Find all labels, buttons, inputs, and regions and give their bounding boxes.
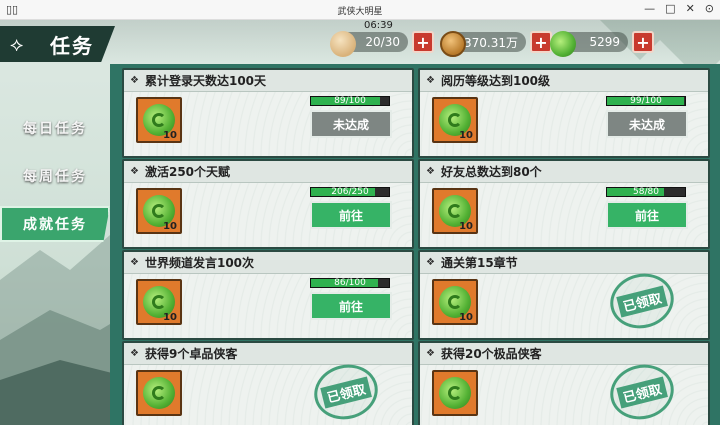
window-title: 武侠大明星	[337, 7, 383, 17]
goto-button[interactable]: 前往	[310, 201, 392, 229]
reward-item[interactable]: 10	[432, 279, 478, 325]
task-category-sidebar: 每日任务 每周任务 成就任务	[0, 64, 115, 425]
coin-resource: 370.31万 +	[440, 30, 552, 57]
crane-icon: ⟡	[10, 32, 24, 56]
claimed-stamp: 已领取	[604, 267, 680, 335]
progress-text: 206/250	[331, 187, 369, 197]
task-card: ❖ 通关第15章节 10 已领取	[418, 250, 710, 340]
stamina-resource: 20/30 +	[330, 30, 434, 57]
add-coin-button[interactable]: +	[530, 31, 552, 53]
reward-count: 10	[459, 130, 473, 141]
reward-count: 10	[459, 221, 473, 232]
task-card: ❖ 获得20个极品侠客 已领取	[418, 341, 710, 425]
diamond-icon: ❖	[130, 348, 139, 359]
tab-achievement-tasks[interactable]: 成就任务	[0, 206, 110, 242]
task-list[interactable]: ❖ 累计登录天数达100天 10 89/100 未达成 ❖ 阅历等级达到100级 1…	[110, 64, 720, 425]
goto-button[interactable]: 前往	[310, 292, 392, 320]
settings-button[interactable]: ⊙	[705, 2, 714, 15]
progress-text: 99/100	[630, 96, 662, 106]
claimed-stamp: 已领取	[604, 358, 680, 425]
maximize-button[interactable]: □	[665, 2, 675, 15]
reward-count: 10	[459, 312, 473, 323]
task-title: 获得20个极品侠客	[440, 347, 542, 361]
game-area: ⟡ 任务 06:39 20/30 + 370.31万 + 5299 + 每日任务…	[0, 20, 720, 425]
progress-text: 58/80	[633, 187, 659, 197]
task-card: ❖ 累计登录天数达100天 10 89/100 未达成	[122, 68, 414, 158]
reward-item[interactable]	[432, 370, 478, 416]
task-progress-bar: 86/100	[310, 278, 390, 288]
steamed-bun-icon	[330, 31, 356, 57]
reward-item[interactable]: 10	[432, 97, 478, 143]
task-card: ❖ 获得9个卓品侠客 已领取	[122, 341, 414, 425]
claimed-stamp: 已领取	[308, 358, 384, 425]
reward-item[interactable]: 10	[136, 97, 182, 143]
task-card: ❖ 世界频道发言100次 10 86/100 前往	[122, 250, 414, 340]
task-title: 获得9个卓品侠客	[144, 347, 238, 361]
tab-daily-tasks[interactable]: 每日任务	[0, 110, 110, 146]
task-title: 好友总数达到80个	[440, 165, 542, 179]
goto-button[interactable]: 前往	[606, 201, 688, 229]
reward-count: 10	[163, 312, 177, 323]
task-card: ❖ 好友总数达到80个 10 58/80 前往	[418, 159, 710, 249]
not-reached-button[interactable]: 未达成	[310, 110, 392, 138]
diamond-icon: ❖	[130, 257, 139, 268]
top-bar: ⟡ 任务 06:39 20/30 + 370.31万 + 5299 +	[0, 20, 720, 64]
minimize-button[interactable]: —	[644, 2, 655, 15]
task-title: 通关第15章节	[440, 256, 518, 270]
reward-item[interactable]: 10	[136, 279, 182, 325]
progress-text: 89/100	[334, 96, 366, 106]
task-title: 阅历等级达到100级	[440, 74, 551, 88]
task-title: 累计登录天数达100天	[144, 74, 267, 88]
window-titlebar: ▯▯ 武侠大明星 — □ ✕ ⊙	[0, 0, 720, 20]
diamond-icon: ❖	[130, 75, 139, 86]
task-progress-bar: 206/250	[310, 187, 390, 197]
diamond-icon: ❖	[426, 166, 435, 177]
task-progress-bar: 89/100	[310, 96, 390, 106]
reward-count: 10	[163, 130, 177, 141]
task-card: ❖ 激活250个天赋 10 206/250 前往	[122, 159, 414, 249]
jade-gem-icon	[550, 31, 576, 57]
reward-count: 10	[163, 221, 177, 232]
task-title: 世界频道发言100次	[144, 256, 255, 270]
close-button[interactable]: ✕	[686, 2, 695, 15]
tab-weekly-tasks[interactable]: 每周任务	[0, 158, 110, 194]
page-title: 任务	[50, 34, 94, 58]
reward-item[interactable]: 10	[432, 188, 478, 234]
progress-text: 86/100	[334, 278, 366, 288]
reward-item[interactable]	[136, 370, 182, 416]
reward-item[interactable]: 10	[136, 188, 182, 234]
diamond-icon: ❖	[426, 75, 435, 86]
diamond-icon: ❖	[426, 257, 435, 268]
task-progress-bar: 99/100	[606, 96, 686, 106]
diamond-icon: ❖	[426, 348, 435, 359]
add-gem-button[interactable]: +	[632, 31, 654, 53]
task-card: ❖ 阅历等级达到100级 10 99/100 未达成	[418, 68, 710, 158]
gem-resource: 5299 +	[550, 30, 654, 57]
copper-coin-icon	[440, 31, 466, 57]
add-stamina-button[interactable]: +	[412, 31, 434, 53]
task-title: 激活250个天赋	[144, 165, 231, 179]
task-progress-bar: 58/80	[606, 187, 686, 197]
diamond-icon: ❖	[130, 166, 139, 177]
not-reached-button[interactable]: 未达成	[606, 110, 688, 138]
